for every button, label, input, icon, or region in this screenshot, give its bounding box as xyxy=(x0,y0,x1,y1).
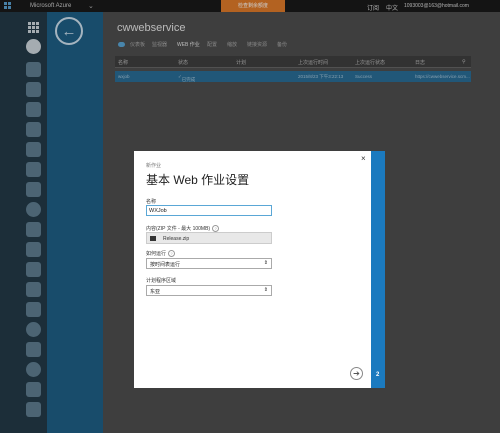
folder-icon xyxy=(150,236,156,241)
job-name-input[interactable]: WXJob xyxy=(146,205,272,216)
wizard-step-bar xyxy=(371,151,385,388)
run-label-text: 如何运行 xyxy=(146,251,167,257)
dialog-title: 基本 Web 作业设置 xyxy=(146,173,250,187)
name-label: 名称 xyxy=(146,199,157,205)
file-name: Release.zip xyxy=(163,236,190,242)
updown-caret-icon: ⇕ xyxy=(263,287,268,293)
close-icon[interactable]: × xyxy=(361,154,366,163)
run-mode-select[interactable]: 按时间表运行 ⇕ xyxy=(146,258,272,269)
dialog-subtitle: 新作业 xyxy=(146,163,162,169)
region-value: 东亚 xyxy=(150,289,161,295)
help-icon[interactable]: ? xyxy=(168,250,176,257)
help-icon[interactable]: ? xyxy=(212,225,220,232)
run-label: 如何运行? xyxy=(146,250,176,257)
content-label: 内容(ZIP 文件 - 最大 100MB)? xyxy=(146,225,220,232)
updown-caret-icon: ⇕ xyxy=(263,260,268,266)
region-select[interactable]: 东亚 ⇕ xyxy=(146,285,272,296)
region-label: 计划程序区域 xyxy=(146,278,177,284)
file-upload-field[interactable]: Release.zip xyxy=(146,232,272,244)
wizard-step-number: 2 xyxy=(376,372,380,378)
next-arrow-button[interactable]: ➔ xyxy=(350,367,363,380)
run-mode-value: 按时间表运行 xyxy=(150,262,181,268)
